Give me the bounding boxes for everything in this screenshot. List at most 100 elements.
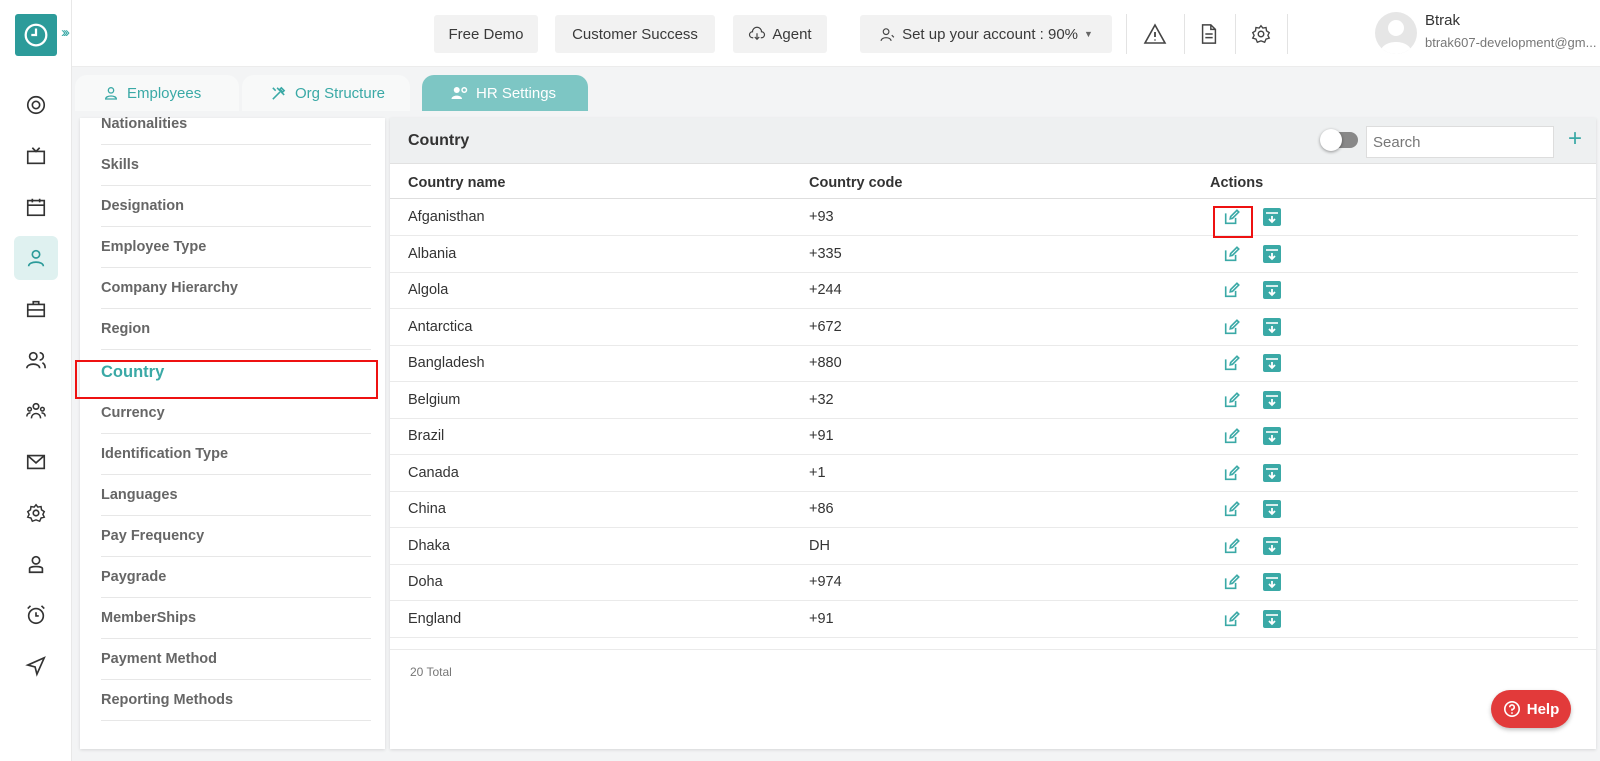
table-row: Antarctica +672 xyxy=(390,309,1578,346)
archive-icon[interactable] xyxy=(1262,317,1282,337)
archive-icon[interactable] xyxy=(1262,426,1282,446)
employee-icon[interactable] xyxy=(14,236,58,280)
country-code-cell: +880 xyxy=(809,355,842,371)
profile-badge-icon[interactable] xyxy=(14,542,58,586)
settings-item-payment-method[interactable]: Payment Method xyxy=(101,639,371,680)
archive-icon[interactable] xyxy=(1262,609,1282,629)
country-name-cell: Bangladesh xyxy=(408,355,485,371)
country-code-cell: +335 xyxy=(809,245,842,262)
country-code-cell: +32 xyxy=(809,391,834,408)
settings-item-pay-frequency[interactable]: Pay Frequency xyxy=(101,516,371,557)
tab-label: Employees xyxy=(127,84,202,102)
column-header-country-code[interactable]: Country code xyxy=(809,175,902,191)
country-name-cell: Dhaka xyxy=(408,537,450,554)
country-name-cell: England xyxy=(408,610,462,627)
country-code-cell: DH xyxy=(809,537,830,554)
settings-item-skills[interactable]: Skills xyxy=(101,145,371,186)
top-bar: Free Demo Customer Success Agent Set up … xyxy=(72,0,1600,67)
settings-icon[interactable] xyxy=(14,491,58,535)
table-row: Belgium +32 xyxy=(390,382,1578,419)
alarm-icon[interactable] xyxy=(14,593,58,637)
edit-icon[interactable] xyxy=(1222,390,1242,410)
archive-toggle[interactable] xyxy=(1320,129,1358,151)
archive-icon[interactable] xyxy=(1262,207,1282,227)
gear-icon[interactable] xyxy=(1247,20,1275,48)
tab-hr-settings[interactable]: HR Settings xyxy=(422,75,588,111)
country-code-cell: +93 xyxy=(809,209,834,225)
setup-label: Set up your account : 90% xyxy=(902,25,1079,43)
settings-item-languages[interactable]: Languages xyxy=(101,475,371,516)
app-logo[interactable] xyxy=(15,14,57,56)
mail-icon[interactable] xyxy=(14,440,58,484)
free-demo-button[interactable]: Free Demo xyxy=(434,15,538,53)
settings-item-nationalities[interactable]: Nationalities xyxy=(101,104,371,145)
search-input[interactable] xyxy=(1366,126,1554,158)
table-row: England +91 xyxy=(390,601,1578,638)
country-panel: Country + Country name Country code Acti… xyxy=(390,118,1596,749)
panel-header: Country + xyxy=(390,118,1596,164)
table-row: Algola +244 xyxy=(390,272,1578,309)
edit-icon[interactable] xyxy=(1222,536,1242,556)
edit-icon[interactable] xyxy=(1222,280,1242,300)
send-icon[interactable] xyxy=(14,644,58,688)
avatar[interactable] xyxy=(1375,12,1417,54)
archive-icon[interactable] xyxy=(1262,536,1282,556)
archive-icon[interactable] xyxy=(1262,463,1282,483)
archive-icon[interactable] xyxy=(1262,353,1282,373)
column-header-actions: Actions xyxy=(1210,175,1264,191)
archive-icon[interactable] xyxy=(1262,280,1282,300)
total-count: 20 Total xyxy=(410,665,452,679)
country-code-cell: +91 xyxy=(809,610,834,627)
divider xyxy=(1235,14,1236,54)
calendar-icon[interactable] xyxy=(14,185,58,229)
tab-label: HR Settings xyxy=(476,84,557,102)
agent-button[interactable]: Agent xyxy=(733,15,827,53)
edit-icon[interactable] xyxy=(1222,244,1242,264)
clock-logo-icon xyxy=(24,23,48,47)
users-icon[interactable] xyxy=(14,338,58,382)
settings-item-reporting-methods[interactable]: Reporting Methods xyxy=(101,680,371,721)
settings-item-employee-type[interactable]: Employee Type xyxy=(101,227,371,268)
edit-icon[interactable] xyxy=(1222,499,1242,519)
dashboard-icon[interactable] xyxy=(14,83,58,127)
settings-item-designation[interactable]: Designation xyxy=(101,186,371,227)
archive-icon[interactable] xyxy=(1262,572,1282,592)
settings-item-identification-type[interactable]: Identification Type xyxy=(101,434,371,475)
country-name-cell: Canada xyxy=(408,464,459,481)
table-row: Dhaka DH xyxy=(390,528,1578,565)
archive-icon[interactable] xyxy=(1262,499,1282,519)
settings-item-region[interactable]: Region xyxy=(101,309,371,350)
edit-icon[interactable] xyxy=(1222,426,1242,446)
archive-icon[interactable] xyxy=(1262,390,1282,410)
divider xyxy=(390,649,1596,650)
warning-icon[interactable] xyxy=(1141,20,1169,48)
table-row: Afganisthan +93 xyxy=(390,199,1578,236)
country-name-cell: Afganisthan xyxy=(408,209,485,225)
setup-account-dropdown[interactable]: Set up your account : 90% ▼ xyxy=(860,15,1112,53)
country-name-cell: Albania xyxy=(408,245,457,262)
edit-icon[interactable] xyxy=(1222,572,1242,592)
edit-icon[interactable] xyxy=(1222,317,1242,337)
team-icon[interactable] xyxy=(14,389,58,433)
caret-down-icon: ▼ xyxy=(1084,29,1093,39)
settings-item-currency[interactable]: Currency xyxy=(101,393,371,434)
hr-settings-list: Nationalities Skills Designation Employe… xyxy=(80,116,385,749)
briefcase-icon[interactable] xyxy=(14,287,58,331)
expand-rail-icon[interactable]: ››› xyxy=(61,24,70,41)
edit-icon[interactable] xyxy=(1222,463,1242,483)
edit-icon[interactable] xyxy=(1222,353,1242,373)
column-header-country-name[interactable]: Country name xyxy=(408,175,506,191)
table-row: Doha +974 xyxy=(390,564,1578,601)
tv-icon[interactable] xyxy=(14,134,58,178)
archive-icon[interactable] xyxy=(1262,244,1282,264)
settings-item-paygrade[interactable]: Paygrade xyxy=(101,557,371,598)
settings-item-memberships[interactable]: MemberShips xyxy=(101,598,371,639)
table-row: China +86 xyxy=(390,491,1578,528)
add-country-button[interactable]: + xyxy=(1568,124,1582,154)
user-name: Btrak xyxy=(1425,12,1461,29)
customer-success-button[interactable]: Customer Success xyxy=(555,15,715,53)
settings-item-company-hierarchy[interactable]: Company Hierarchy xyxy=(101,268,371,309)
document-icon[interactable] xyxy=(1195,20,1223,48)
help-button[interactable]: Help xyxy=(1491,690,1571,728)
edit-icon[interactable] xyxy=(1222,609,1242,629)
